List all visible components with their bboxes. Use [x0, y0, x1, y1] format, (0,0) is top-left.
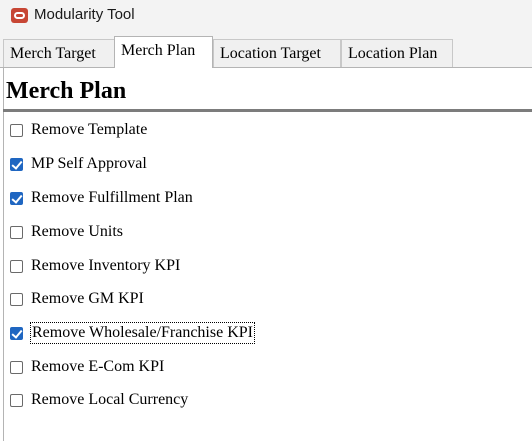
checkbox-remove-gm-kpi[interactable]	[10, 292, 23, 306]
window-title: Modularity Tool	[34, 6, 135, 23]
option-label[interactable]: Remove Fulfillment Plan	[31, 188, 193, 208]
option-remove-gm-kpi[interactable]: Remove GM KPI	[10, 288, 144, 310]
tab-merch-plan[interactable]: Merch Plan	[114, 36, 213, 68]
option-label[interactable]: Remove GM KPI	[31, 289, 144, 309]
option-remove-units[interactable]: Remove Units	[10, 221, 123, 243]
checkbox-remove-e-com-kpi[interactable]	[10, 360, 23, 374]
tab-location-target[interactable]: Location Target	[213, 39, 341, 68]
option-remove-fulfillment-plan[interactable]: Remove Fulfillment Plan	[10, 187, 193, 209]
option-label[interactable]: Remove Wholesale/Franchise KPI	[30, 322, 255, 344]
option-remove-wholesale-franchise-kpi[interactable]: Remove Wholesale/Franchise KPI	[10, 322, 255, 344]
option-label[interactable]: Remove Units	[31, 222, 123, 242]
checkbox-remove-units[interactable]	[10, 225, 23, 239]
option-label[interactable]: Remove Inventory KPI	[31, 256, 180, 276]
panel-title: Merch Plan	[6, 78, 127, 104]
tab-merch-target[interactable]: Merch Target	[3, 39, 115, 68]
header-divider	[3, 109, 532, 112]
checkbox-remove-inventory-kpi[interactable]	[10, 259, 23, 273]
option-label[interactable]: Remove Local Currency	[31, 390, 188, 410]
option-remove-e-com-kpi[interactable]: Remove E-Com KPI	[10, 356, 164, 378]
title-bar: Modularity Tool	[0, 0, 532, 32]
oracle-icon	[11, 8, 28, 23]
checkbox-remove-template[interactable]	[10, 123, 23, 137]
checkbox-remove-wholesale-franchise-kpi[interactable]	[10, 326, 23, 340]
option-remove-template[interactable]: Remove Template	[10, 119, 147, 141]
option-label[interactable]: MP Self Approval	[31, 154, 147, 174]
option-label[interactable]: Remove Template	[31, 120, 147, 140]
checkbox-mp-self-approval[interactable]	[10, 157, 23, 171]
option-label[interactable]: Remove E-Com KPI	[31, 357, 164, 377]
option-remove-local-currency[interactable]: Remove Local Currency	[10, 389, 188, 411]
checkbox-remove-local-currency[interactable]	[10, 393, 23, 407]
option-remove-inventory-kpi[interactable]: Remove Inventory KPI	[10, 255, 180, 277]
option-mp-self-approval[interactable]: MP Self Approval	[10, 153, 147, 175]
checkbox-remove-fulfillment-plan[interactable]	[10, 191, 23, 205]
tab-location-plan[interactable]: Location Plan	[341, 39, 453, 68]
